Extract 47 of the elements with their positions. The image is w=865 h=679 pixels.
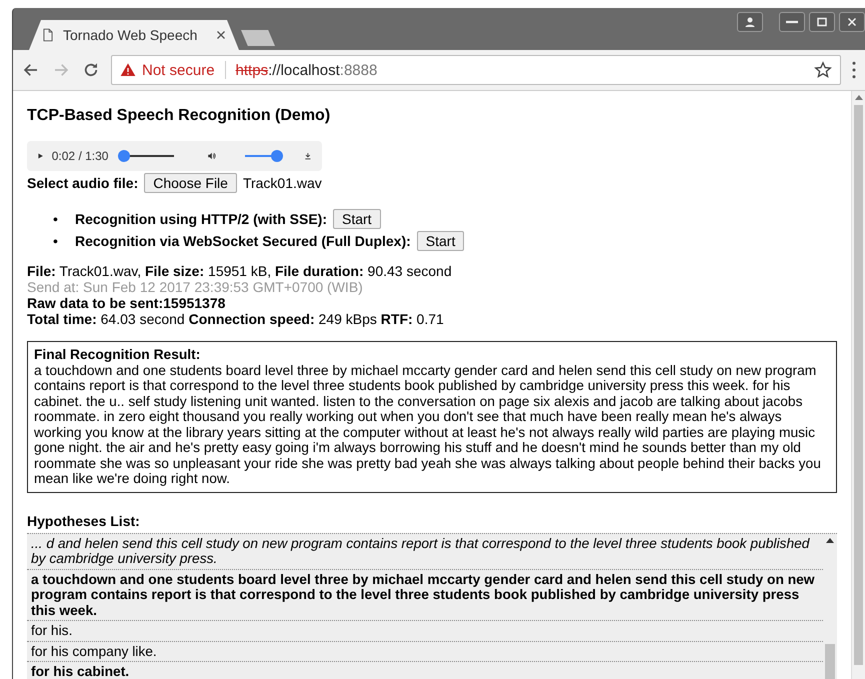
audio-player[interactable]: 0:02 / 1:30 — [27, 141, 322, 171]
hypotheses-title: Hypotheses List: — [27, 512, 141, 528]
file-name: Track01.wav — [242, 175, 322, 191]
maximize-button[interactable] — [809, 12, 835, 32]
seek-thumb[interactable] — [118, 150, 130, 162]
person-icon — [744, 16, 756, 28]
address-bar[interactable]: Not secure https://localhost:8888 — [111, 55, 841, 85]
hypothesis-row: for his. — [27, 621, 823, 642]
info-line: Total time: 64.03 second Connection speed: 249 kBps RTF: 0.71 — [27, 311, 445, 327]
profile-button[interactable] — [737, 12, 763, 32]
minimize-button[interactable] — [779, 12, 805, 32]
close-icon — [846, 16, 858, 28]
tab-title: Tornado Web Speech — [63, 27, 198, 43]
info-line: File: Track01.wav, File size: 15951 kB, File duration: 90.43 second — [27, 263, 453, 279]
result-text: a touchdown and one students board level three by michael mccarty gender card and helen send this cell study on new program contains report is that correspond to the level three students book published by cambridge university press this week. for his cabinet. the u.. self study listening unit wanted. listen to the conversation on page six alexis and jacob are talking about jacobs roommate. in zero eight thousand you really working out when you don't see that much have been really mean he's always working you know at the library years sitting at the computer without at least he's not always really wild parties are playing music gone night. the air and he's pretty easy going i'm always borrowing his stuff and he doesn't mind he sounds better than my old roommate she was so unpleasant your ride she was pretty bad yeah she was always talking about people behind their backs you mean like we're doing right now. — [34, 362, 822, 486]
menu-icon[interactable] — [851, 61, 857, 79]
star-icon[interactable] — [814, 61, 832, 79]
new-tab-button[interactable] — [241, 30, 275, 46]
browser-tab[interactable]: Tornado Web Speech — [29, 20, 239, 50]
url-text: https://localhost:8888 — [236, 62, 378, 78]
bullet: • — [53, 211, 59, 227]
volume-thumb[interactable] — [271, 150, 284, 162]
info-line: Raw data to be sent:15951378 — [27, 295, 226, 311]
scroll-up-icon[interactable] — [826, 538, 834, 542]
hypothesis-row: ... d and helen send this cell study on new program contains report is that correspond to the level three students book published by cambridge university press. — [27, 534, 823, 570]
method-label: Recognition via WebSocket Secured (Full Duplex): — [75, 233, 411, 249]
start-button[interactable]: Start — [333, 209, 381, 229]
close-button[interactable] — [839, 12, 865, 32]
scrollbar-thumb[interactable] — [854, 105, 863, 665]
scrollbar-thumb[interactable] — [825, 644, 835, 679]
close-icon[interactable] — [215, 29, 227, 41]
info-line: Send at: Sun Feb 12 2017 23:39:53 GMT+0700 (WIB) — [27, 279, 364, 295]
start-button[interactable]: Start — [416, 231, 464, 251]
page-scrollbar[interactable] — [851, 91, 865, 679]
bullet: • — [53, 233, 59, 249]
choose-file-button[interactable]: Choose File — [144, 173, 237, 193]
field-label: Select audio file: — [27, 175, 138, 191]
hypothesis-row: for his company like. — [27, 642, 823, 662]
method-label: Recognition using HTTP/2 (with SSE): — [75, 211, 327, 227]
page-heading: TCP-Based Speech Recognition (Demo) — [27, 107, 332, 125]
result-title: Final Recognition Result: — [34, 347, 202, 362]
security-label[interactable]: Not secure — [142, 62, 215, 78]
maximize-icon — [816, 16, 828, 28]
playback-time: 0:02 / 1:30 — [52, 149, 108, 163]
document-icon — [41, 27, 55, 43]
reload-icon[interactable] — [82, 61, 100, 79]
warning-icon — [120, 62, 136, 78]
